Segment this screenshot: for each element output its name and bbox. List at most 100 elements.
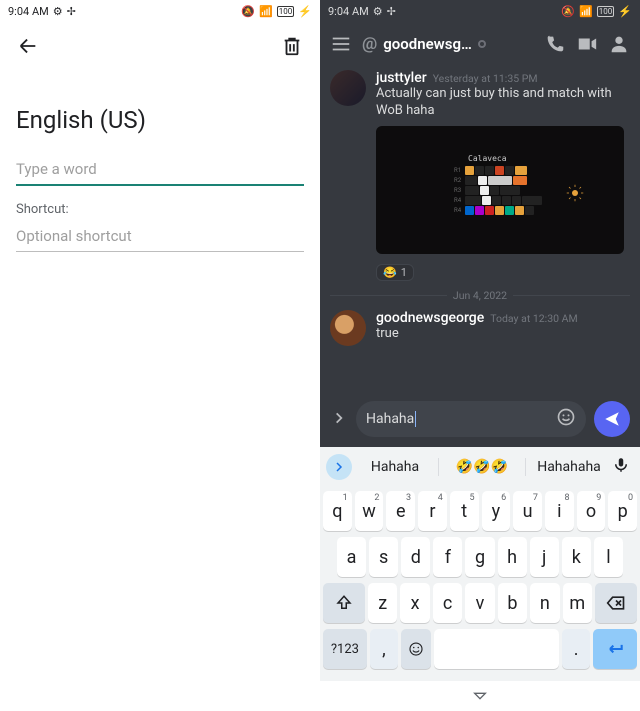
battery-icon: 100 xyxy=(277,6,295,17)
suggestion-bar: Hahaha 🤣🤣🤣 Hahahaha xyxy=(320,447,640,487)
reaction-emoji: 😂 xyxy=(383,266,397,279)
key-q[interactable]: q1 xyxy=(323,491,352,531)
key-n[interactable]: n xyxy=(530,583,559,623)
suggestion[interactable]: Hahaha xyxy=(356,459,434,475)
backspace-icon xyxy=(606,593,626,613)
key-b[interactable]: b xyxy=(498,583,527,623)
key-v[interactable]: v xyxy=(465,583,494,623)
bell-off-icon: 🔕 xyxy=(241,5,255,18)
wifi-icon: 📶 xyxy=(259,5,273,18)
suggestion-expand-button[interactable] xyxy=(326,454,352,480)
image-attachment[interactable]: Calaveca R1 R2 R3 R4 R4 xyxy=(376,126,624,254)
charging-icon: ⚡ xyxy=(618,5,632,18)
status-time: 9:04 AM xyxy=(8,5,49,18)
delete-button[interactable] xyxy=(280,34,304,58)
wifi-icon: 📶 xyxy=(579,5,593,18)
key-u[interactable]: u7 xyxy=(513,491,542,531)
backspace-key[interactable] xyxy=(595,583,637,623)
channel-header: @ goodnewsg… xyxy=(320,22,640,66)
emoji-key[interactable] xyxy=(401,629,431,669)
word-field xyxy=(16,154,304,186)
reaction-chip[interactable]: 😂 1 xyxy=(376,264,414,281)
key-l[interactable]: l xyxy=(594,537,623,577)
key-j[interactable]: j xyxy=(530,537,559,577)
key-t[interactable]: t5 xyxy=(450,491,479,531)
send-icon xyxy=(603,410,621,428)
compose-input[interactable]: Hahaha xyxy=(356,401,586,437)
nav-bar xyxy=(320,681,640,711)
separator xyxy=(438,458,439,476)
expand-button[interactable] xyxy=(330,410,348,429)
smiley-icon xyxy=(556,407,576,427)
suggestion[interactable]: 🤣🤣🤣 xyxy=(443,459,521,475)
message: justtyler Yesterday at 11:35 PM Actually… xyxy=(330,70,630,254)
key-f[interactable]: f xyxy=(433,537,462,577)
status-bar: 9:04 AM ⚙ ✢ 🔕 📶 100 ⚡ xyxy=(320,0,640,22)
suggestion[interactable]: Hahahaha xyxy=(530,459,608,475)
key-r[interactable]: r4 xyxy=(418,491,447,531)
word-input[interactable] xyxy=(16,154,304,186)
reaction-count: 1 xyxy=(401,266,407,279)
voice-input-button[interactable] xyxy=(612,456,634,478)
smiley-icon xyxy=(407,640,425,658)
page-title: English (US) xyxy=(0,70,320,154)
key-g[interactable]: g xyxy=(465,537,494,577)
chevron-right-icon xyxy=(332,411,346,425)
separator xyxy=(525,458,526,476)
video-button[interactable] xyxy=(576,33,598,55)
symbols-key[interactable]: ?123 xyxy=(323,629,367,669)
message-text: Actually can just buy this and match wit… xyxy=(376,86,630,120)
key-z[interactable]: z xyxy=(368,583,397,623)
key-h[interactable]: h xyxy=(498,537,527,577)
message-list[interactable]: justtyler Yesterday at 11:35 PM Actually… xyxy=(320,66,640,395)
back-button[interactable] xyxy=(16,34,40,58)
key-e[interactable]: e3 xyxy=(386,491,415,531)
gear-icon: ⚙ xyxy=(53,5,63,18)
charging-icon: ⚡ xyxy=(298,5,312,18)
username[interactable]: goodnewsgeorge xyxy=(376,310,484,326)
shortcut-field xyxy=(16,221,304,252)
key-y[interactable]: y6 xyxy=(482,491,511,531)
person-icon xyxy=(608,33,630,55)
compose-text: Hahaha xyxy=(366,411,414,427)
message: goodnewsgeorge Today at 12:30 AM true xyxy=(330,310,630,346)
video-icon xyxy=(576,33,598,55)
key-d[interactable]: d xyxy=(401,537,430,577)
attachment-title: Calaveca xyxy=(468,154,507,163)
menu-button[interactable] xyxy=(330,33,352,55)
shift-key[interactable] xyxy=(323,583,365,623)
key-o[interactable]: o9 xyxy=(577,491,606,531)
nav-down-icon[interactable] xyxy=(472,688,488,704)
key-k[interactable]: k xyxy=(562,537,591,577)
asterisk-icon: ✢ xyxy=(387,5,396,18)
space-key[interactable] xyxy=(434,629,559,669)
key-c[interactable]: c xyxy=(433,583,462,623)
key-i[interactable]: i8 xyxy=(545,491,574,531)
period-key[interactable]: . xyxy=(562,629,590,669)
bell-off-icon: 🔕 xyxy=(561,5,575,18)
send-button[interactable] xyxy=(594,401,630,437)
key-w[interactable]: w2 xyxy=(355,491,384,531)
status-time: 9:04 AM xyxy=(328,5,369,18)
shortcut-input[interactable] xyxy=(16,221,304,252)
hamburger-icon xyxy=(330,33,352,55)
comma-key[interactable]: , xyxy=(370,629,398,669)
avatar[interactable] xyxy=(330,310,366,346)
username[interactable]: justtyler xyxy=(376,70,427,86)
avatar[interactable] xyxy=(330,70,366,106)
call-button[interactable] xyxy=(544,33,566,55)
enter-key[interactable] xyxy=(593,629,637,669)
sun-graphic-icon xyxy=(566,184,584,202)
members-button[interactable] xyxy=(608,33,630,55)
channel-name-text: goodnewsg… xyxy=(383,35,472,53)
key-s[interactable]: s xyxy=(369,537,398,577)
key-p[interactable]: p0 xyxy=(608,491,637,531)
key-a[interactable]: a xyxy=(337,537,366,577)
key-m[interactable]: m xyxy=(563,583,592,623)
key-x[interactable]: x xyxy=(400,583,429,623)
channel-name[interactable]: @ goodnewsg… xyxy=(362,34,534,54)
soft-keyboard: Hahaha 🤣🤣🤣 Hahahaha q1w2e3r4t5y6u7i8o9p0… xyxy=(320,447,640,681)
chevron-right-icon xyxy=(333,461,345,473)
at-icon: @ xyxy=(362,34,377,54)
emoji-button[interactable] xyxy=(556,407,576,431)
